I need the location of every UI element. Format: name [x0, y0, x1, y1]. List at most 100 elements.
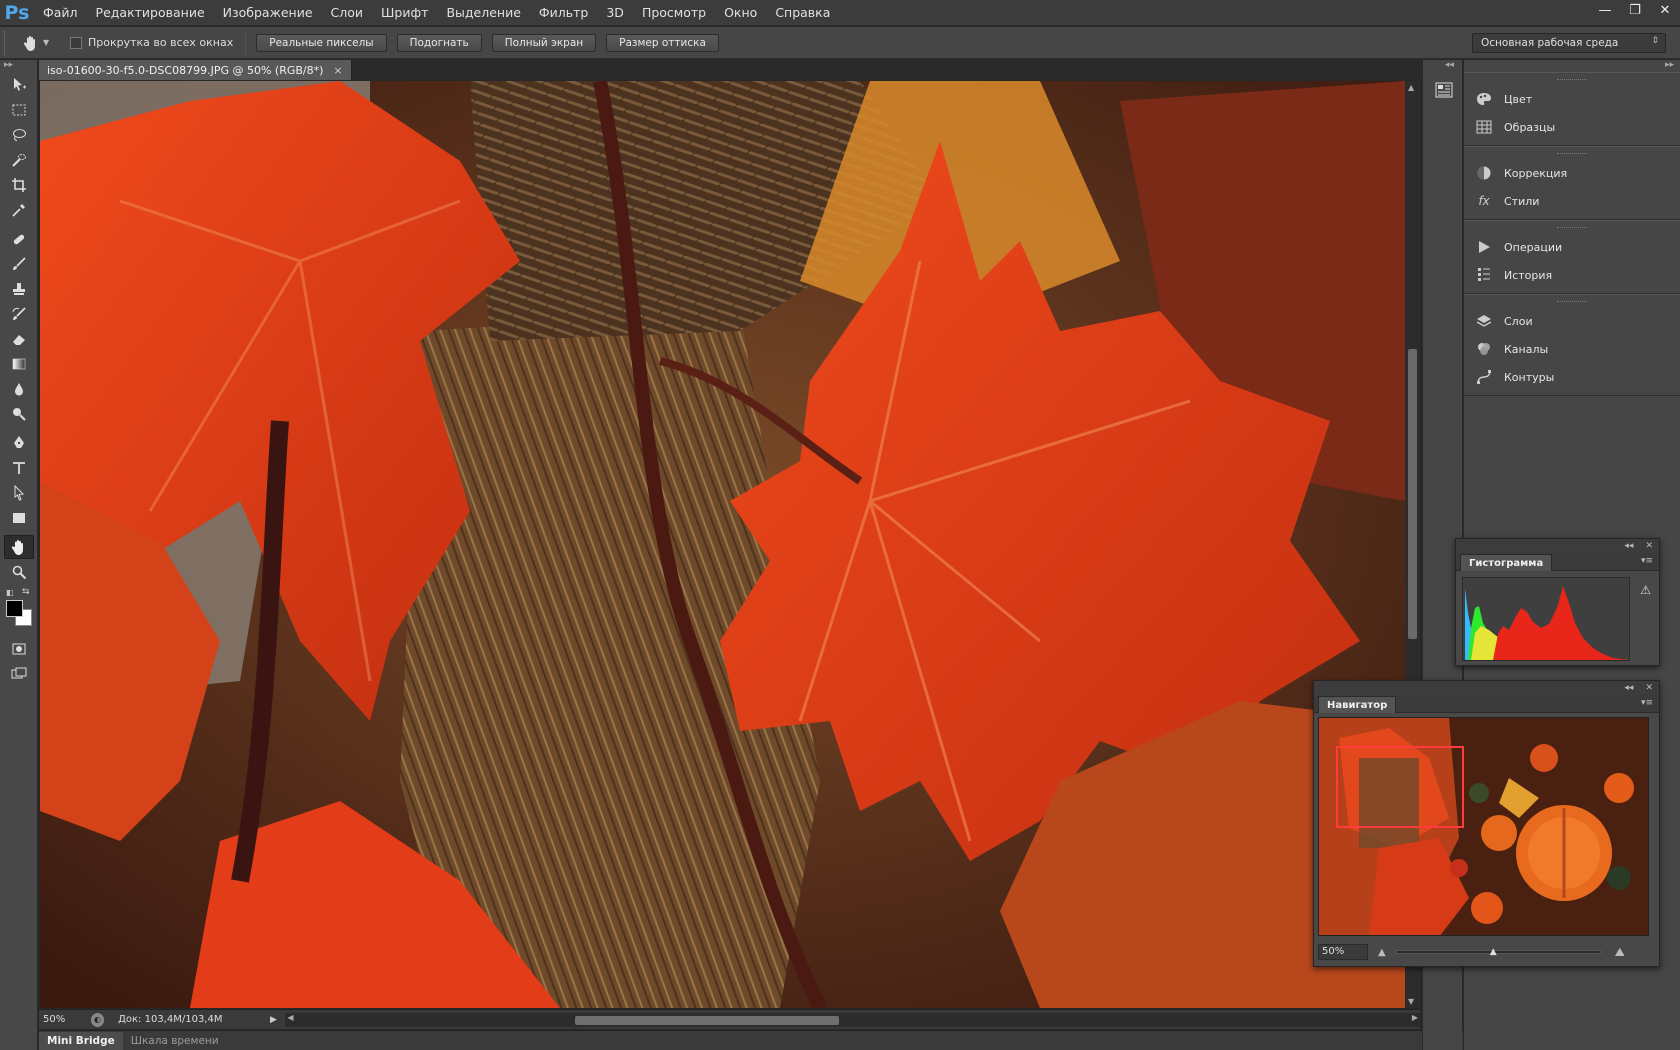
fit-screen-button[interactable]: Подогнать: [396, 33, 482, 52]
dock-item-history[interactable]: История: [1464, 261, 1680, 289]
zoom-in-icon[interactable]: ⛰: [1615, 945, 1625, 960]
dock-item-styles[interactable]: fx Стили: [1464, 187, 1680, 215]
panel-menu-icon[interactable]: ▾≡: [1641, 556, 1653, 566]
panel-menu-icon[interactable]: ▾≡: [1641, 698, 1653, 708]
eyedropper-tool-icon[interactable]: [4, 198, 34, 222]
collapse-toolbox-icon[interactable]: ▸▸: [0, 60, 37, 72]
tab-navigator[interactable]: Навигатор: [1318, 696, 1397, 713]
screen-mode-icon[interactable]: [4, 662, 34, 686]
horizontal-scroll-thumb[interactable]: [575, 1015, 840, 1025]
menu-file[interactable]: Файл: [34, 0, 87, 26]
crop-tool-icon[interactable]: [4, 173, 34, 197]
close-document-icon[interactable]: ×: [333, 64, 342, 77]
navigator-thumbnail[interactable]: [1318, 717, 1649, 936]
close-window-button[interactable]: ✕: [1650, 0, 1680, 20]
close-panel-icon[interactable]: ✕: [1645, 541, 1653, 551]
dock-group-grip[interactable]: [1557, 227, 1587, 231]
type-tool-icon[interactable]: [4, 456, 34, 480]
scroll-all-windows-checkbox[interactable]: Прокрутка во всех окнах: [70, 36, 233, 49]
photoshop-logo: Ps: [4, 1, 30, 24]
menu-window[interactable]: Окно: [715, 0, 766, 26]
dock-item-adjustments[interactable]: Коррекция: [1464, 159, 1680, 187]
dock-item-actions[interactable]: Операции: [1464, 233, 1680, 261]
menu-layers[interactable]: Слои: [322, 0, 373, 26]
foreground-color-swatch[interactable]: [6, 600, 23, 617]
navigator-view-box[interactable]: [1336, 746, 1464, 828]
lasso-tool-icon[interactable]: [4, 123, 34, 147]
restore-button[interactable]: ❐: [1620, 0, 1650, 20]
menu-edit[interactable]: Редактирование: [87, 0, 214, 26]
collapse-dock-icon[interactable]: ▸▸: [1464, 60, 1680, 72]
zoom-tool-icon[interactable]: [4, 560, 34, 584]
collapse-panel-icon[interactable]: ◂◂: [1624, 683, 1633, 693]
zoom-level-field[interactable]: 50%: [39, 1012, 85, 1028]
menu-select[interactable]: Выделение: [437, 0, 529, 26]
healing-brush-tool-icon[interactable]: [4, 227, 34, 251]
quick-selection-tool-icon[interactable]: [4, 148, 34, 172]
navigator-zoom-slider[interactable]: ▲: [1395, 947, 1601, 957]
fill-screen-button[interactable]: Полный экран: [491, 33, 597, 52]
workspace-select[interactable]: Основная рабочая среда ⇕: [1472, 33, 1666, 53]
document-status-icon[interactable]: ◐: [90, 1012, 105, 1027]
eraser-tool-icon[interactable]: [4, 327, 34, 351]
history-brush-tool-icon[interactable]: [4, 302, 34, 326]
rectangle-tool-icon[interactable]: [4, 506, 34, 530]
path-selection-tool-icon[interactable]: [4, 481, 34, 505]
dock-item-layers[interactable]: Слои: [1464, 307, 1680, 335]
tab-mini-bridge[interactable]: Mini Bridge: [39, 1032, 123, 1050]
dock-group-grip[interactable]: [1557, 301, 1587, 305]
horizontal-scrollbar[interactable]: ◀ ▶: [285, 1012, 1421, 1027]
scroll-right-icon[interactable]: ▶: [1412, 1013, 1418, 1022]
hand-tool-icon[interactable]: [4, 535, 34, 559]
properties-panel-icon[interactable]: [1431, 78, 1457, 102]
quick-mask-icon[interactable]: [4, 637, 34, 661]
marquee-tool-icon[interactable]: [4, 98, 34, 122]
status-menu-arrow-icon[interactable]: ▶: [270, 1015, 281, 1025]
dock-group-grip[interactable]: [1557, 79, 1587, 83]
menu-3d[interactable]: 3D: [597, 0, 633, 26]
dock-group-grip[interactable]: [1557, 153, 1587, 157]
checkbox-box[interactable]: [70, 36, 82, 49]
dock-item-swatches[interactable]: Образцы: [1464, 113, 1680, 141]
image-canvas[interactable]: [40, 81, 1405, 1008]
document-tab[interactable]: iso-01600-30-f5.0-DSC08799.JPG @ 50% (RG…: [39, 60, 352, 80]
menu-view[interactable]: Просмотр: [633, 0, 715, 26]
scroll-down-icon[interactable]: ▼: [1408, 997, 1414, 1006]
actual-pixels-button[interactable]: Реальные пикселы: [256, 33, 387, 52]
menu-filter[interactable]: Фильтр: [530, 0, 597, 26]
blur-tool-icon[interactable]: [4, 377, 34, 401]
tab-histogram[interactable]: Гистограмма: [1460, 554, 1553, 571]
navigator-zoom-field[interactable]: 50%: [1318, 944, 1368, 960]
zoom-out-icon[interactable]: ▲: [1378, 947, 1386, 958]
menu-image[interactable]: Изображение: [214, 0, 322, 26]
tool-preset-picker[interactable]: ▼: [22, 34, 58, 52]
collapse-panel-icon[interactable]: ◂◂: [1624, 541, 1633, 551]
gradient-tool-icon[interactable]: [4, 352, 34, 376]
tab-timeline[interactable]: Шкала времени: [123, 1032, 227, 1050]
move-tool-icon[interactable]: [4, 73, 34, 97]
histogram-titlebar[interactable]: ◂◂ ✕: [1456, 539, 1659, 553]
warning-icon[interactable]: ⚠: [1640, 583, 1651, 597]
dock-item-paths[interactable]: Контуры: [1464, 363, 1680, 391]
print-size-button[interactable]: Размер оттиска: [606, 33, 719, 52]
pen-tool-icon[interactable]: [4, 431, 34, 455]
brush-tool-icon[interactable]: [4, 252, 34, 276]
dock-item-channels[interactable]: Каналы: [1464, 335, 1680, 363]
navigator-panel: ◂◂ ✕ Навигатор ▾≡ 50% ▲ ▲ ⛰: [1313, 680, 1660, 967]
swap-colors-icon[interactable]: ⇆: [22, 587, 30, 597]
default-colors-icon[interactable]: ◧: [6, 588, 14, 597]
scroll-left-icon[interactable]: ◀: [287, 1013, 293, 1022]
clone-stamp-tool-icon[interactable]: [4, 277, 34, 301]
menu-type[interactable]: Шрифт: [372, 0, 437, 26]
options-grip[interactable]: [4, 30, 14, 55]
scroll-up-icon[interactable]: ▲: [1408, 83, 1414, 92]
slider-knob-icon[interactable]: ▲: [1490, 947, 1497, 957]
menu-help[interactable]: Справка: [766, 0, 839, 26]
vertical-scroll-thumb[interactable]: [1408, 349, 1417, 639]
dock-item-color[interactable]: Цвет: [1464, 85, 1680, 113]
expand-dock-icon[interactable]: ◂◂: [1423, 60, 1462, 72]
minimize-button[interactable]: —: [1590, 0, 1620, 20]
navigator-titlebar[interactable]: ◂◂ ✕: [1314, 681, 1659, 695]
dodge-tool-icon[interactable]: [4, 402, 34, 426]
close-panel-icon[interactable]: ✕: [1645, 683, 1653, 693]
